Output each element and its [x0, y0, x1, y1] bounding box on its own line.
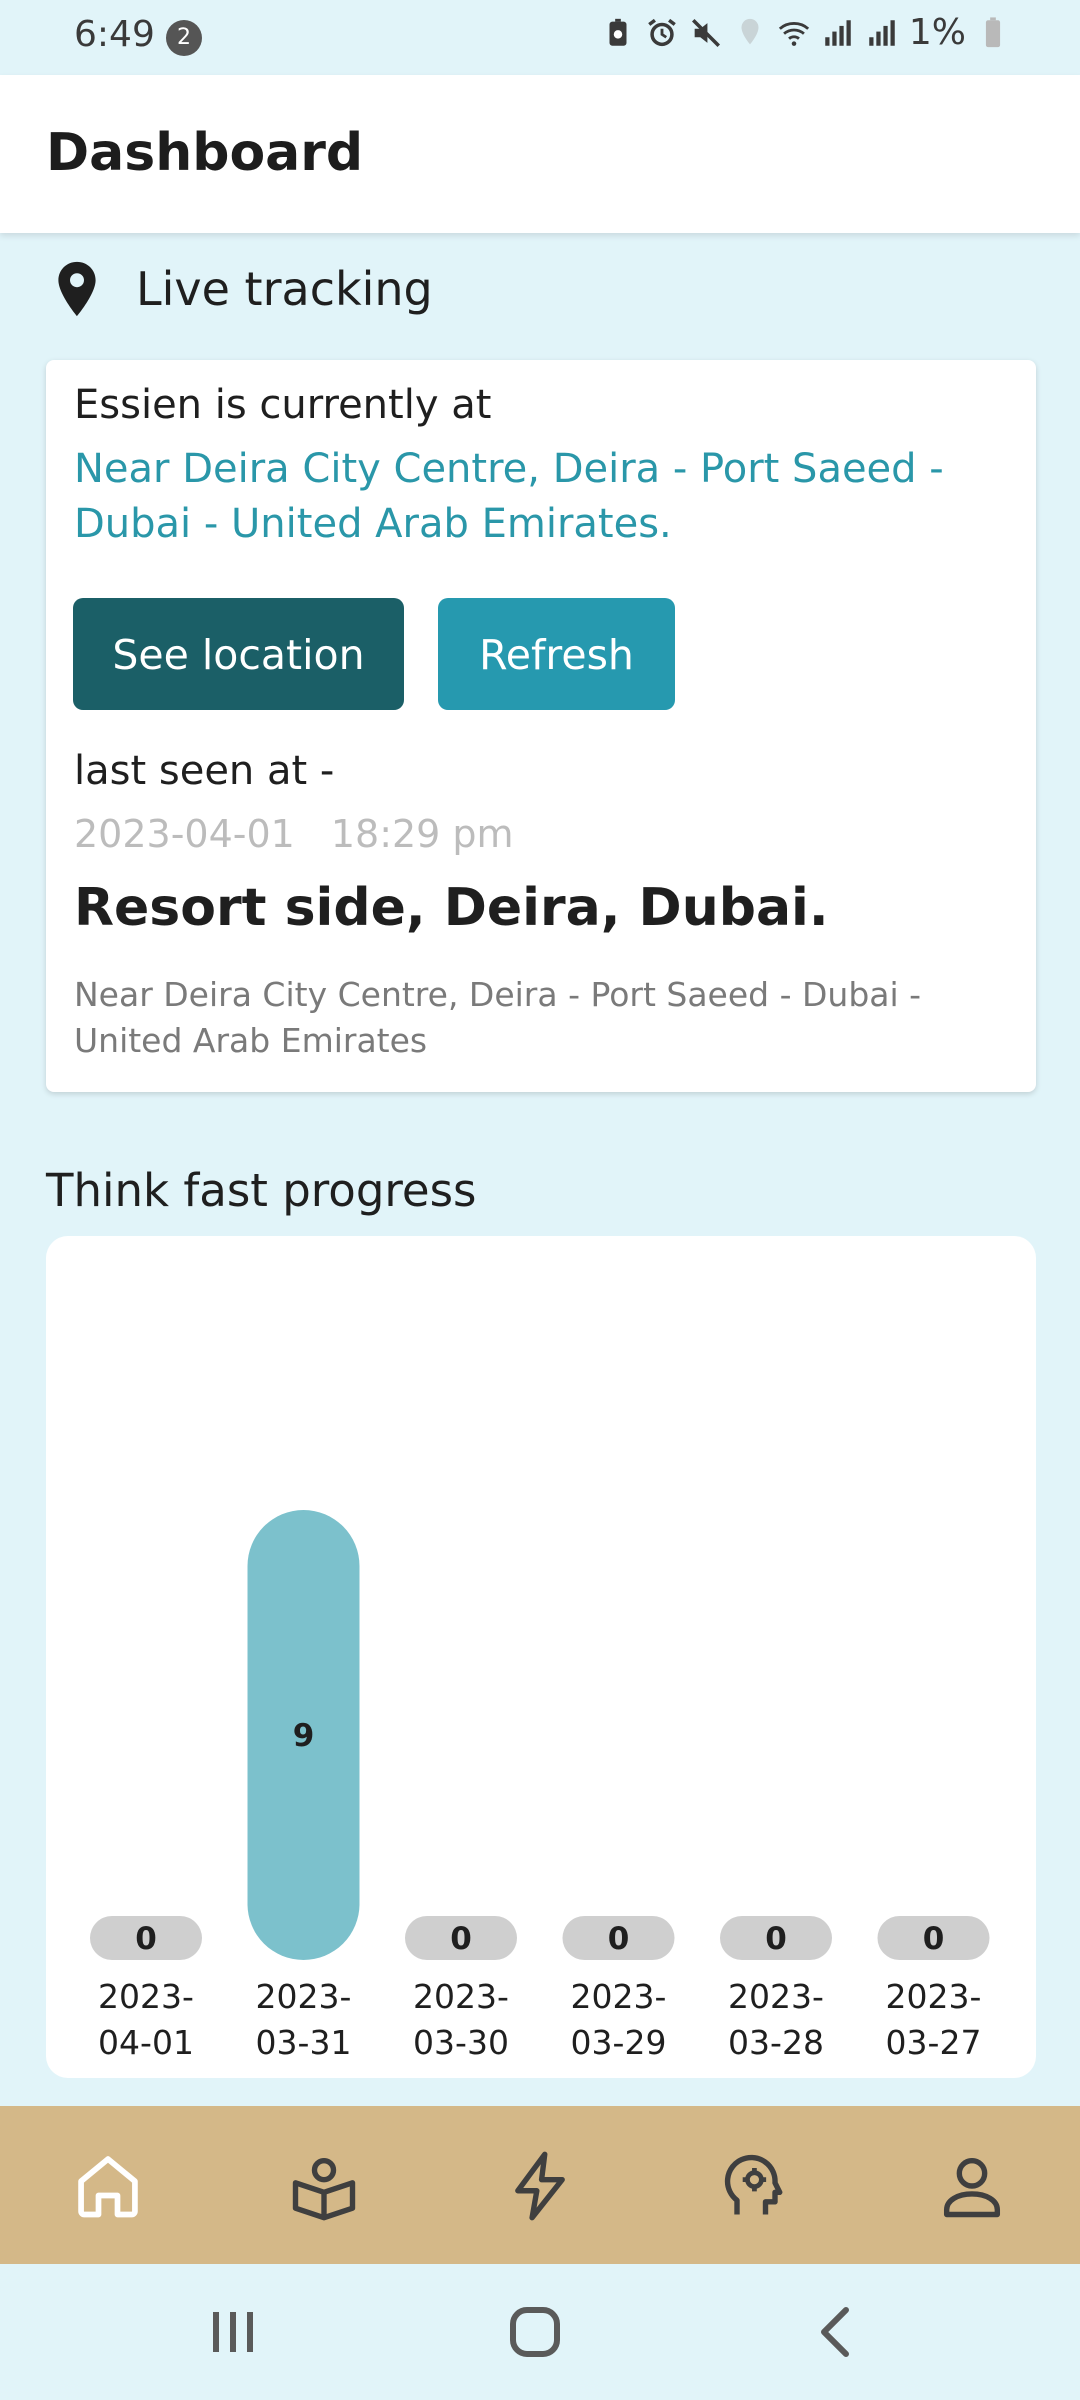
last-seen-date: 2023-04-01 — [74, 812, 295, 856]
last-seen-timestamp: 2023-04-01 18:29 pm — [74, 812, 514, 856]
status-bar: 6:49 2 1% — [0, 0, 1080, 75]
home-circle-icon — [510, 2307, 560, 2357]
nav-home[interactable] — [70, 2148, 146, 2224]
last-seen-label: last seen at - — [74, 748, 335, 794]
current-location-label: Essien is currently at — [74, 382, 492, 428]
mute-icon — [691, 18, 720, 47]
chart-category-label: 2023-03-31 — [256, 1977, 352, 2062]
last-seen-time: 18:29 pm — [330, 812, 514, 856]
recents-icon — [213, 2312, 253, 2352]
brain-gear-icon — [724, 2154, 783, 2215]
book-user-icon — [292, 2157, 356, 2221]
chart-category-label: 2023-04-01 — [98, 1977, 194, 2062]
refresh-button[interactable]: Refresh — [438, 598, 675, 710]
battery-icon — [985, 16, 1001, 47]
chart-value-label: 9 — [293, 1718, 315, 1754]
nav-learn[interactable] — [286, 2148, 362, 2224]
see-location-button[interactable]: See location — [73, 598, 404, 710]
location-icon — [741, 18, 759, 44]
battery-saver-icon — [609, 18, 627, 46]
live-tracking-title: Live tracking — [136, 262, 433, 316]
progress-title: Think fast progress — [46, 1164, 477, 1217]
progress-chart-card: 0 2023-04-01 9 2023-03-31 0 2023-03-30 0 2023-0… — [46, 1236, 1036, 2078]
status-time: 6:49 — [74, 14, 155, 55]
nav-profile[interactable] — [934, 2148, 1010, 2224]
bottom-nav — [0, 2106, 1080, 2264]
signal-icon — [825, 19, 851, 46]
place-address: Near Deira City Centre, Deira - Port Sae… — [74, 975, 922, 1060]
chart-value-label: 0 — [135, 1921, 157, 1957]
chart-category-label: 2023-03-28 — [728, 1977, 824, 2062]
tracking-card: Essien is currently at Near Deira City C… — [46, 360, 1036, 1092]
battery-percent: 1% — [908, 12, 966, 53]
wifi-icon — [778, 21, 809, 46]
notification-count-badge: 2 — [166, 20, 202, 56]
chart-value-label: 0 — [923, 1921, 945, 1957]
back-button[interactable] — [802, 2300, 872, 2364]
location-pin-icon — [58, 261, 96, 317]
home-button[interactable] — [500, 2300, 570, 2364]
system-nav-bar — [0, 2264, 1080, 2400]
alarm-icon — [648, 18, 676, 46]
chart-value-label: 0 — [450, 1921, 472, 1957]
chart-value-label: 0 — [765, 1921, 787, 1957]
app-bar: Dashboard — [0, 75, 1080, 233]
nav-think-fast[interactable] — [502, 2148, 578, 2224]
status-icons: 1% — [601, 12, 1010, 53]
current-address: Near Deira City Centre, Deira - Port Sae… — [74, 446, 944, 547]
profile-icon — [943, 2157, 1001, 2218]
chart-category-label: 2023-03-30 — [413, 1977, 509, 2062]
chart-category-label: 2023-03-29 — [571, 1977, 667, 2062]
progress-chart: 0 2023-04-01 9 2023-03-31 0 2023-03-30 0 2023-0… — [90, 1510, 990, 2062]
place-name: Resort side, Deira, Dubai. — [74, 878, 829, 938]
chart-category-label: 2023-03-27 — [886, 1977, 982, 2062]
chart-value-label: 0 — [608, 1921, 630, 1957]
home-icon — [78, 2156, 138, 2218]
signal-icon — [869, 19, 895, 46]
live-tracking-header: Live tracking — [46, 258, 433, 320]
back-icon — [821, 2307, 849, 2357]
nav-mind[interactable] — [718, 2148, 794, 2224]
page-title: Dashboard — [46, 123, 364, 183]
recents-button[interactable] — [198, 2300, 268, 2364]
lightning-icon — [515, 2151, 565, 2221]
